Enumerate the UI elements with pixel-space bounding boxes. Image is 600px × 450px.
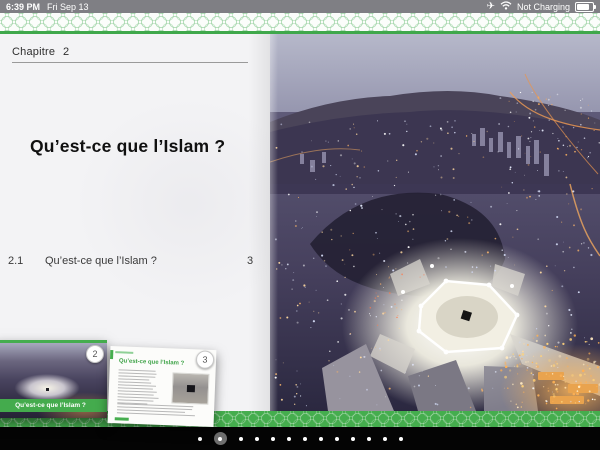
header-strip [115,351,133,354]
thumbnail-text-column [117,369,160,407]
chapter-tab [110,350,113,359]
page-dot[interactable] [287,437,291,441]
battery-status-label: Not Charging [517,2,570,12]
page-dot[interactable] [198,437,202,441]
page-dot-active[interactable] [214,432,227,445]
battery-icon [575,2,594,12]
thumbnail-page-2[interactable]: Qu’est-ce que l’Islam ? 2 [0,340,107,418]
kaaba-photo-thumb [171,372,209,404]
toc-entry-number: 2.1 [8,255,23,267]
airplane-mode-icon: ✈ [487,2,495,12]
top-ornament-band [0,13,600,31]
thumbnail-page-3-number-badge: 3 [196,350,215,369]
page-dot[interactable] [351,437,355,441]
page-dot[interactable] [271,437,275,441]
page-dot[interactable] [383,437,387,441]
wifi-icon [500,1,512,12]
thumbnail-page-2-number-badge: 2 [86,345,104,363]
thumbnail-text-paragraph [117,403,205,418]
clock-time: 6:39 PM [6,2,40,12]
page-title: Qu’est-ce que l’Islam ? [30,136,225,157]
status-bar: 6:39 PM Fri Sep 13 ✈ Not Charging [0,0,600,13]
right-page[interactable] [270,34,600,411]
mecca-aerial-photo [270,34,600,411]
chapter-rule [12,62,248,63]
chapter-label: Chapitre [12,46,55,58]
thumbnail-page-3-heading: Qu’est-ce que l’Islam ? [119,358,185,367]
kaaba-icon [187,385,195,392]
page-dot[interactable] [303,437,307,441]
page-dots [198,432,403,445]
pager-bar [0,427,600,450]
thumbnail-page-3[interactable]: Qu’est-ce que l’Islam ? 3 [108,346,217,427]
page-dot[interactable] [239,437,243,441]
page-dot[interactable] [335,437,339,441]
thumbnail-page-2-caption: Qu’est-ce que l’Islam ? [0,399,107,412]
page-dot[interactable] [319,437,323,441]
toc-entry[interactable]: 2.1 Qu’est-ce que l’Islam ? 3 [0,255,270,269]
clock-date: Fri Sep 13 [47,2,89,12]
page-dot[interactable] [399,437,403,441]
page-dot[interactable] [255,437,259,441]
kaaba-icon [46,388,49,391]
footer-strip [115,417,129,421]
toc-entry-title: Qu’est-ce que l’Islam ? [45,255,157,267]
toc-entry-page: 3 [247,255,253,267]
chapter-number: 2 [63,46,69,58]
page-dot[interactable] [367,437,371,441]
